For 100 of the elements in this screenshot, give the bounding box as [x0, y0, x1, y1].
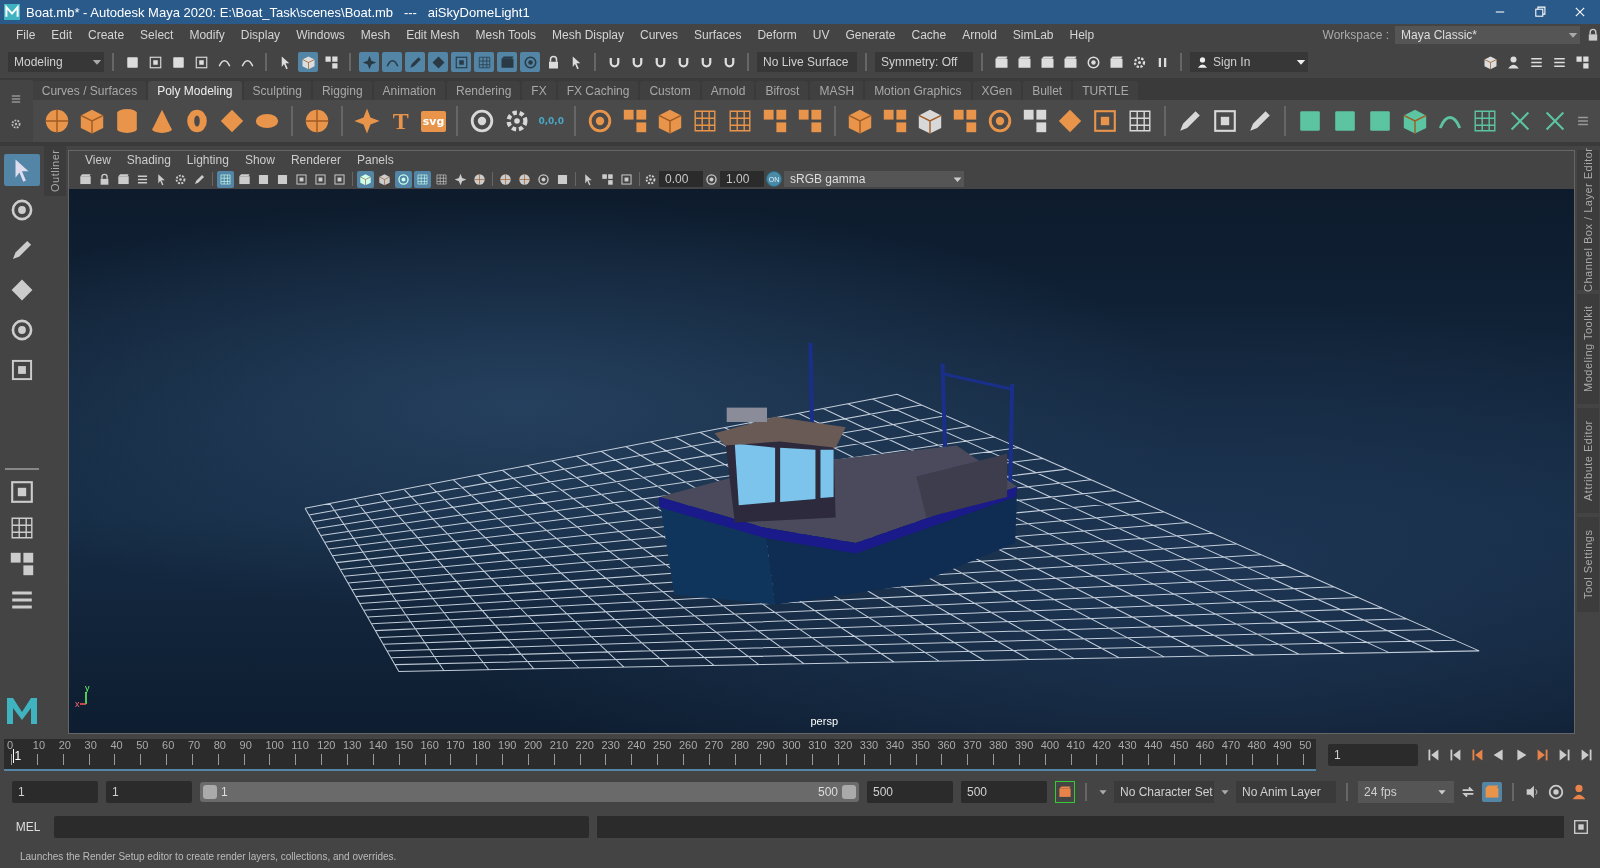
current-frame-field[interactable]: 1	[1328, 744, 1418, 766]
star-icon[interactable]	[454, 172, 467, 186]
range-handle[interactable]	[842, 785, 856, 799]
grid-toggle[interactable]	[414, 170, 431, 188]
menu-item[interactable]: Edit Mesh	[398, 28, 468, 42]
live-surface-field[interactable]: No Live Surface	[757, 52, 857, 72]
sphere-icon[interactable]	[518, 172, 531, 186]
shelf-tab[interactable]: Rigging	[312, 81, 372, 100]
workspace-dropdown[interactable]: Maya Classic*	[1395, 26, 1580, 44]
side-panel-tab[interactable]: Tool Settings	[1577, 517, 1599, 612]
square-icon[interactable]	[170, 54, 186, 70]
frame-icon[interactable]	[9, 357, 35, 383]
squares-icon[interactable]	[601, 172, 614, 186]
frame-icon[interactable]	[314, 172, 327, 186]
person-icon[interactable]	[1570, 783, 1588, 801]
restore-icon[interactable]	[1533, 5, 1547, 19]
menu-item[interactable]: Surfaces	[686, 28, 750, 42]
menu-item[interactable]: Create	[80, 28, 133, 42]
panel-menu[interactable]: Show	[236, 153, 283, 167]
exposure-field[interactable]: 0.00	[659, 171, 703, 187]
film-icon[interactable]	[1039, 54, 1055, 70]
shelf-tab[interactable]: Bifrost	[756, 81, 809, 100]
color-space-dropdown[interactable]: sRGB gamma	[784, 171, 964, 187]
menu-item[interactable]: Generate	[837, 28, 904, 42]
cube-icon[interactable]	[1482, 54, 1498, 70]
grid-toggle[interactable]	[474, 52, 494, 72]
symmetry-dropdown[interactable]: Symmetry: Off	[875, 52, 973, 72]
type-tool-button[interactable]: T	[387, 107, 414, 135]
pen-icon[interactable]	[193, 172, 206, 186]
squares-icon[interactable]	[951, 107, 979, 135]
cube-icon[interactable]	[916, 107, 944, 135]
sphere-icon[interactable]	[499, 172, 512, 186]
side-panel-tab[interactable]: Modeling Toolkit	[1577, 294, 1599, 404]
start-frame-field[interactable]: 1	[12, 781, 98, 803]
gear-icon[interactable]	[644, 172, 657, 186]
cube-toggle[interactable]	[357, 170, 374, 188]
menu-set-dropdown[interactable]: Modeling	[8, 52, 104, 72]
frame-icon[interactable]	[1211, 107, 1239, 135]
grid-toggle[interactable]	[217, 170, 234, 188]
command-language-label[interactable]: MEL	[10, 820, 46, 834]
range-handle[interactable]	[203, 785, 217, 799]
ring-icon[interactable]	[1085, 54, 1101, 70]
diamond-icon[interactable]	[1056, 107, 1084, 135]
square-icon[interactable]	[276, 172, 289, 186]
grid-icon[interactable]	[435, 172, 448, 186]
squares-icon[interactable]	[621, 107, 649, 135]
frame-toggle[interactable]	[451, 52, 471, 72]
ring-toggle[interactable]	[395, 170, 412, 188]
ring-icon[interactable]	[537, 172, 550, 186]
ring-icon[interactable]	[705, 172, 718, 186]
frame-icon[interactable]	[620, 172, 633, 186]
frame-icon[interactable]	[147, 54, 163, 70]
cube-toggle[interactable]	[298, 52, 318, 72]
bookmark-button[interactable]	[1055, 781, 1075, 803]
squares-icon[interactable]	[1021, 107, 1049, 135]
shelf-tab[interactable]: Bullet	[1023, 81, 1072, 100]
ring-icon[interactable]	[586, 107, 614, 135]
square-icon[interactable]	[124, 54, 140, 70]
gear-icon[interactable]	[174, 172, 187, 186]
shelf-tab[interactable]: FX Caching	[557, 81, 639, 100]
shelf-tab[interactable]: Curves / Surfaces	[32, 81, 147, 100]
frame-icon[interactable]	[1572, 818, 1590, 836]
side-panel-tab[interactable]: Attribute Editor	[1577, 408, 1599, 513]
film-icon[interactable]	[1062, 54, 1078, 70]
frame-icon[interactable]	[193, 54, 209, 70]
playback-start-field[interactable]: 1	[106, 781, 192, 803]
shelf-tab[interactable]: Custom	[640, 81, 700, 100]
menu-item[interactable]: Cache	[903, 28, 955, 42]
pen-toggle[interactable]	[405, 52, 425, 72]
film-icon[interactable]	[993, 54, 1009, 70]
squares-icon[interactable]	[761, 107, 789, 135]
squares-icon[interactable]	[323, 54, 339, 70]
gear-icon[interactable]	[10, 117, 23, 130]
ring-icon[interactable]	[9, 317, 35, 343]
menu-item[interactable]: File	[8, 28, 44, 42]
frame-icon[interactable]	[8, 478, 36, 506]
squares-icon[interactable]	[1574, 54, 1590, 70]
shelf-tab[interactable]: Sculpting	[243, 81, 311, 100]
panel-menu[interactable]: View	[77, 153, 119, 167]
menu-item[interactable]: SimLab	[1004, 28, 1062, 42]
film-icon[interactable]	[79, 172, 92, 186]
ring-icon[interactable]	[9, 197, 35, 223]
list-icon[interactable]	[1576, 114, 1590, 128]
squares-icon[interactable]	[796, 107, 824, 135]
menu-item[interactable]: Edit	[43, 28, 81, 42]
gamma-field[interactable]: 1.00	[720, 171, 764, 187]
menu-item[interactable]: Curves	[632, 28, 687, 42]
shelf-tab[interactable]: Rendering	[447, 81, 521, 100]
menu-item[interactable]: Windows	[288, 28, 353, 42]
menu-item[interactable]: Display	[232, 28, 289, 42]
shelf-tab[interactable]: Motion Graphics	[865, 81, 971, 100]
curve-toggle[interactable]	[382, 52, 402, 72]
shelf-tab[interactable]: XGen	[972, 81, 1022, 100]
film-icon[interactable]	[1016, 54, 1032, 70]
film-icon[interactable]	[238, 172, 251, 186]
menu-item[interactable]: Mesh	[352, 28, 399, 42]
star-toggle[interactable]	[359, 52, 379, 72]
panel-menu[interactable]: Shading	[118, 153, 179, 167]
lock-icon[interactable]	[98, 172, 111, 186]
panel-menu[interactable]: Panels	[348, 153, 402, 167]
